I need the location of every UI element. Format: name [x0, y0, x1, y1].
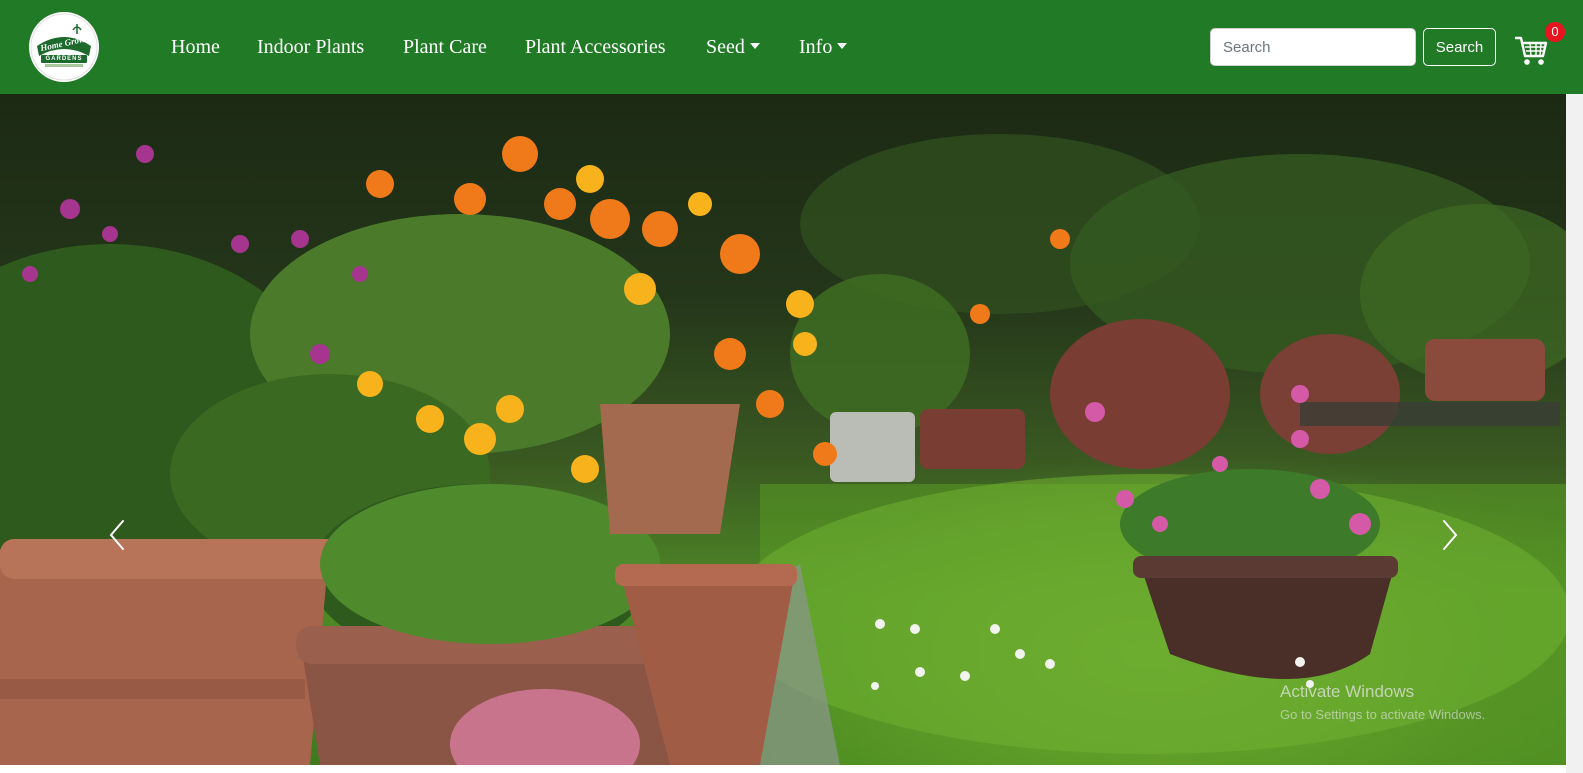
cart-icon[interactable]: [1513, 34, 1549, 68]
nav-dropdown-info-label: Info: [799, 36, 833, 58]
caret-down-icon: [837, 43, 848, 49]
search-input[interactable]: [1210, 28, 1416, 66]
caret-down-icon: [749, 43, 760, 49]
nav-dropdown-seed[interactable]: Seed: [706, 33, 760, 61]
nav-link-plant-care[interactable]: Plant Care: [403, 33, 487, 61]
chevron-left-icon: [109, 520, 124, 550]
nav-link-home[interactable]: Home: [171, 33, 220, 61]
page-bottom-strip: [0, 765, 1566, 773]
logo-subtext: GARDENS: [45, 56, 83, 62]
nav-dropdown-seed-label: Seed: [706, 36, 745, 58]
nav-link-plant-accessories[interactable]: Plant Accessories: [525, 33, 666, 61]
nav-dropdown-info[interactable]: Info: [799, 33, 848, 61]
hero-carousel: [0, 94, 1566, 765]
navbar: Home Grown GARDENS Home Indoor Plants Pl…: [0, 0, 1583, 94]
brand-logo[interactable]: Home Grown GARDENS: [29, 12, 99, 82]
windows-activation-title: Activate Windows: [1280, 682, 1415, 701]
carousel-prev-button[interactable]: [103, 517, 133, 553]
vertical-scrollbar[interactable]: [1566, 94, 1583, 773]
hero-garden-image: [0, 134, 1566, 765]
windows-activation-subtitle: Go to Settings to activate Windows.: [1280, 707, 1486, 722]
search-button[interactable]: Search: [1423, 28, 1496, 66]
chevron-right-icon: [1443, 520, 1458, 550]
nav-link-indoor-plants[interactable]: Indoor Plants: [257, 33, 364, 61]
carousel-next-button[interactable]: [1434, 517, 1464, 553]
cart-count-badge: 0: [1545, 22, 1565, 42]
